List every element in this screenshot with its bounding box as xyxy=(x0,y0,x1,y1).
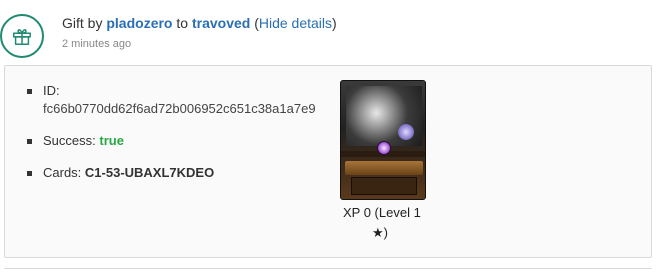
open-paren: ( xyxy=(250,15,259,31)
from-user-link[interactable]: pladozero xyxy=(106,15,172,31)
cards-label: Cards: xyxy=(43,165,85,180)
id-label: ID: xyxy=(43,83,60,98)
transaction-id: fc66b0770dd62f6ad72b006952c651c38a1a7e9 xyxy=(43,101,316,116)
to-user-link[interactable]: travoved xyxy=(192,15,250,31)
level-close-paren: ) xyxy=(383,225,388,240)
success-value: true xyxy=(99,133,124,148)
hide-details-link[interactable]: Hide details xyxy=(259,15,332,31)
header-prefix: Gift by xyxy=(62,15,107,31)
card-image[interactable] xyxy=(340,80,428,202)
gift-icon xyxy=(0,14,44,58)
card-name-banner xyxy=(345,161,423,175)
card-art xyxy=(346,86,422,146)
close-paren: ) xyxy=(332,15,337,31)
timestamp: 2 minutes ago xyxy=(62,38,132,50)
list-item-id: ID: fc66b0770dd62f6ad72b006952c651c38a1a… xyxy=(25,82,341,118)
details-list: ID: fc66b0770dd62f6ad72b006952c651c38a1a… xyxy=(25,82,341,196)
header-connector: to xyxy=(172,15,192,31)
card-stats-panel xyxy=(351,177,417,195)
card-xp-label: XP 0 (Level 1 xyxy=(343,205,421,220)
divider xyxy=(4,268,652,269)
list-item-cards: Cards: C1-53-UBAXL7KDEO xyxy=(25,164,341,182)
gift-header: Gift by pladozero to travoved (Hide deta… xyxy=(62,15,337,31)
card-id: C1-53-UBAXL7KDEO xyxy=(84,165,215,180)
star-icon: ★ xyxy=(372,225,384,240)
card-level-stars: ★) xyxy=(372,225,388,241)
card-frame xyxy=(340,80,426,200)
card-mana-orb xyxy=(377,141,391,155)
list-item-success: Success: true xyxy=(25,132,341,150)
details-panel: ID: fc66b0770dd62f6ad72b006952c651c38a1a… xyxy=(4,65,652,258)
success-label: Success: xyxy=(43,133,100,148)
